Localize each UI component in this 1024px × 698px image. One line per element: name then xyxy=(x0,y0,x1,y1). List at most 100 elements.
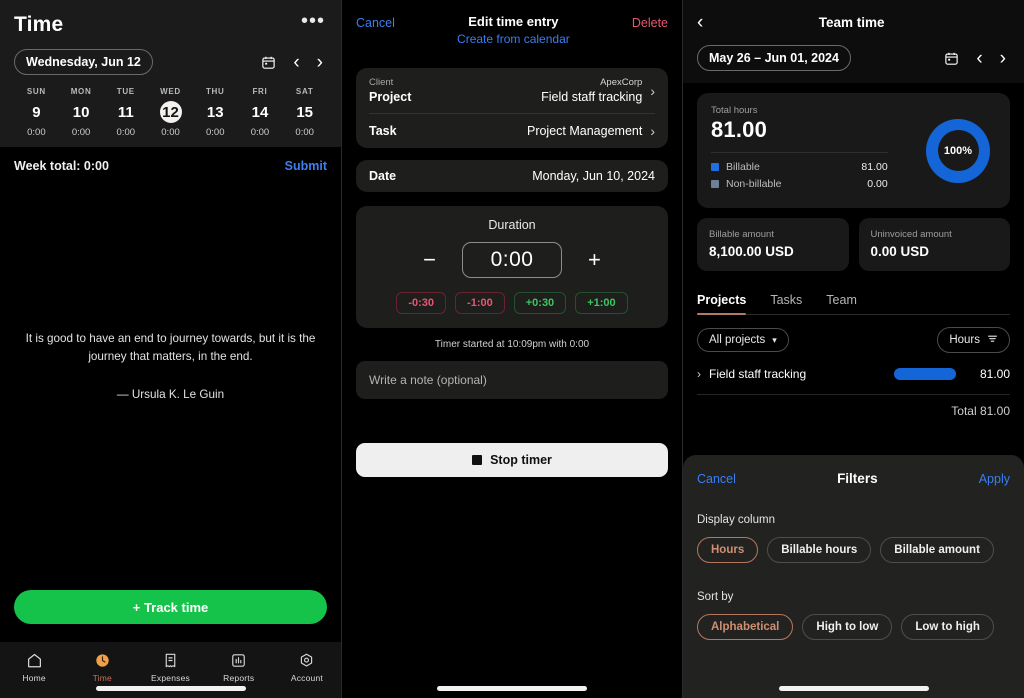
tab-reports[interactable]: Reports xyxy=(205,650,273,683)
display-column-options: Hours Billable hours Billable amount xyxy=(697,537,1010,563)
day-hours: 0:00 xyxy=(116,127,136,138)
week-day-wed[interactable]: WED 12 0:00 xyxy=(148,87,193,138)
date-range-pill[interactable]: May 26 – Jun 01, 2024 xyxy=(697,45,851,71)
project-rows: › Field staff tracking 81.00 xyxy=(683,367,1024,381)
hours-filter-button[interactable]: Hours xyxy=(937,327,1010,353)
duration-chip-minus030[interactable]: -0:30 xyxy=(396,292,447,314)
prev-period-button[interactable]: ‹ xyxy=(976,49,982,68)
cancel-button[interactable]: Cancel xyxy=(356,14,395,30)
edit-entry-titles: Edit time entry Create from calendar xyxy=(395,14,632,46)
week-total-label: Week total: 0:00 xyxy=(14,159,109,173)
duration-chip-030[interactable]: +0:30 xyxy=(513,292,567,314)
home-indicator xyxy=(778,686,929,691)
calendar-icon[interactable] xyxy=(261,55,276,70)
time-header: Time ••• Wednesday, Jun 12 ‹ › SUN 9 0:0… xyxy=(0,0,341,147)
option-hours[interactable]: Hours xyxy=(697,537,759,563)
table-row[interactable]: › Field staff tracking 81.00 xyxy=(697,367,1010,381)
date-nav-row: Wednesday, Jun 12 ‹ › xyxy=(14,49,327,75)
week-day-sun[interactable]: SUN 9 0:00 xyxy=(14,87,59,138)
date-nav-row: May 26 – Jun 01, 2024 ‹ › xyxy=(697,45,1010,71)
submit-button[interactable]: Submit xyxy=(285,159,327,173)
week-day-mon[interactable]: MON 10 0:00 xyxy=(59,87,104,138)
segment-tab-projects[interactable]: Projects xyxy=(697,293,747,315)
create-from-calendar-link[interactable]: Create from calendar xyxy=(395,32,632,46)
next-period-button[interactable]: › xyxy=(1000,49,1006,68)
week-day-fri[interactable]: FRI 14 0:00 xyxy=(238,87,283,138)
delete-button[interactable]: Delete xyxy=(632,14,668,30)
ellipsis-icon[interactable]: ••• xyxy=(299,11,327,34)
day-number: 9 xyxy=(32,103,41,121)
home-icon xyxy=(0,650,68,670)
day-of-week-label: SUN xyxy=(26,87,46,96)
segment-tab-tasks[interactable]: Tasks xyxy=(770,293,802,314)
legend-label: Billable xyxy=(726,161,760,173)
card-divider xyxy=(711,152,888,153)
tab-time[interactable]: Time xyxy=(68,650,136,683)
tab-label: Reports xyxy=(223,673,255,683)
day-of-week-label: WED xyxy=(160,87,181,96)
day-number: 13 xyxy=(206,103,224,121)
duration-decrement-button[interactable]: − xyxy=(420,249,440,271)
duration-chip-100[interactable]: +1:00 xyxy=(575,292,628,314)
tab-account[interactable]: Account xyxy=(273,650,341,683)
page-title: Team time xyxy=(818,15,885,30)
duration-chip-minus100[interactable]: -1:00 xyxy=(455,292,505,314)
client-value: ApexCorp xyxy=(600,77,643,88)
day-of-week-label: FRI xyxy=(252,87,268,96)
filters-cancel-button[interactable]: Cancel xyxy=(697,472,736,486)
week-day-tue[interactable]: TUE 11 0:00 xyxy=(103,87,148,138)
note-input[interactable]: Write a note (optional) xyxy=(356,361,668,399)
timer-started-note: Timer started at 10:09pm with 0:00 xyxy=(434,339,590,350)
home-indicator xyxy=(437,686,587,691)
task-value: Project Management xyxy=(526,124,643,138)
filters-apply-button[interactable]: Apply xyxy=(979,472,1010,486)
track-time-button[interactable]: + Track time xyxy=(14,590,327,624)
total-hours-card: Total hours 81.00 Billable 81.00 Non-bil… xyxy=(697,93,1010,208)
row-bar-group: 81.00 xyxy=(894,367,1010,381)
option-billable-hours[interactable]: Billable hours xyxy=(767,537,872,563)
three-panel-screenshot: Time ••• Wednesday, Jun 12 ‹ › SUN 9 0:0… xyxy=(0,0,1024,698)
duration-input[interactable]: 0:00 xyxy=(461,242,563,278)
sort-by-label: Sort by xyxy=(697,591,734,603)
segment-tab-team[interactable]: Team xyxy=(826,293,857,314)
day-hours: 0:00 xyxy=(250,127,270,138)
sort-by-options: Alphabetical High to low Low to high xyxy=(697,614,1010,640)
tab-home[interactable]: Home xyxy=(0,650,68,683)
day-hours: 0:00 xyxy=(205,127,225,138)
option-high-to-low[interactable]: High to low xyxy=(802,614,893,640)
calendar-icon[interactable] xyxy=(944,51,959,66)
next-week-button[interactable]: › xyxy=(317,53,323,72)
date-pill[interactable]: Wednesday, Jun 12 xyxy=(14,49,153,75)
prev-week-button[interactable]: ‹ xyxy=(293,53,299,72)
panel-edit-time-entry: Cancel Edit time entry Create from calen… xyxy=(341,0,683,698)
chevron-right-icon[interactable]: › xyxy=(697,367,701,381)
option-billable-amount[interactable]: Billable amount xyxy=(880,537,994,563)
tab-label: Expenses xyxy=(151,673,190,683)
billable-amount-label: Billable amount xyxy=(709,229,774,240)
day-of-week-label: SAT xyxy=(295,87,314,96)
option-low-to-high[interactable]: Low to high xyxy=(901,614,994,640)
option-alphabetical[interactable]: Alphabetical xyxy=(697,614,794,640)
billable-amount-value: 8,100.00 USD xyxy=(709,244,794,259)
week-day-sat[interactable]: SAT 15 0:00 xyxy=(282,87,327,138)
duration-title: Duration xyxy=(488,218,536,232)
filter-row: All projects ▾ Hours xyxy=(697,327,1010,353)
task-row[interactable]: Task Project Management › xyxy=(356,114,668,148)
panel-team-time: ‹ Team time May 26 – Jun 01, 2024 ‹ › To… xyxy=(683,0,1024,698)
stop-timer-button[interactable]: Stop timer xyxy=(356,443,668,477)
legend-swatch xyxy=(711,180,719,188)
project-row[interactable]: Client ApexCorp Project Field staff trac… xyxy=(356,68,668,113)
home-indicator xyxy=(95,686,246,691)
uninvoiced-amount-value: 0.00 USD xyxy=(870,244,930,259)
day-number: 12 xyxy=(148,101,193,123)
date-card[interactable]: Date Monday, Jun 10, 2024 xyxy=(356,160,668,192)
date-row[interactable]: Date Monday, Jun 10, 2024 xyxy=(356,160,668,192)
project-select[interactable]: All projects ▾ xyxy=(697,328,789,352)
segment-tabs: Projects Tasks Team xyxy=(697,293,1010,315)
duration-increment-button[interactable]: + xyxy=(584,249,604,271)
week-strip: SUN 9 0:00 MON 10 0:00 TUE 11 0:00 WED 1… xyxy=(14,87,327,138)
receipt-icon xyxy=(136,650,204,670)
week-day-thu[interactable]: THU 13 0:00 xyxy=(193,87,238,138)
tab-expenses[interactable]: Expenses xyxy=(136,650,204,683)
project-select-label: All projects xyxy=(709,334,766,346)
